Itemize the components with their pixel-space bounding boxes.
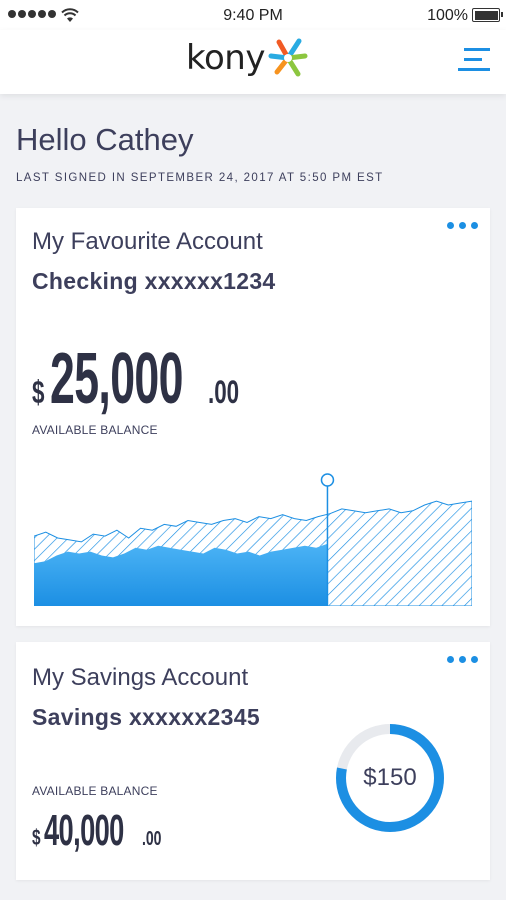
logo-text: kony bbox=[186, 38, 265, 78]
kony-logo-mark-icon bbox=[268, 38, 308, 77]
donut-amount: $150 bbox=[363, 764, 417, 791]
balance-cents: .00 bbox=[142, 828, 162, 850]
greeting-title: Hello Cathey bbox=[16, 122, 194, 157]
chart-marker-handle[interactable] bbox=[320, 473, 335, 487]
status-bar: 9:40 PM 100% bbox=[0, 0, 506, 30]
balance-cents: .00 bbox=[208, 374, 240, 410]
hamburger-menu-icon[interactable] bbox=[458, 46, 490, 74]
available-balance-caption: AVAILABLE BALANCE bbox=[32, 784, 158, 798]
currency-symbol: $ bbox=[32, 825, 41, 850]
account-name: Checking xxxxxx1234 bbox=[32, 268, 276, 294]
account-label: My Savings Account bbox=[32, 664, 249, 691]
balance-history-chart[interactable] bbox=[34, 470, 472, 606]
more-options-icon[interactable] bbox=[447, 656, 478, 663]
available-balance-amount: $ 40,000 .00 bbox=[32, 806, 170, 856]
more-options-icon[interactable] bbox=[447, 222, 478, 229]
currency-symbol: $ bbox=[32, 374, 45, 410]
last-signed-in: LAST SIGNED IN SEPTEMBER 24, 2017 AT 5:5… bbox=[16, 172, 384, 184]
app-header: kony bbox=[0, 30, 506, 94]
kony-logo[interactable]: kony bbox=[186, 36, 311, 80]
balance-main: 40,000 bbox=[44, 806, 124, 855]
battery-percentage: 100% bbox=[427, 7, 468, 24]
available-balance-caption: AVAILABLE BALANCE bbox=[32, 423, 158, 437]
balance-main: 25,000 bbox=[50, 339, 183, 419]
account-name: Savings xxxxxx2345 bbox=[32, 704, 260, 730]
battery-icon bbox=[472, 8, 503, 22]
account-label: My Favourite Account bbox=[32, 228, 263, 255]
available-balance-amount: $ 25,000 .00 bbox=[32, 338, 252, 420]
